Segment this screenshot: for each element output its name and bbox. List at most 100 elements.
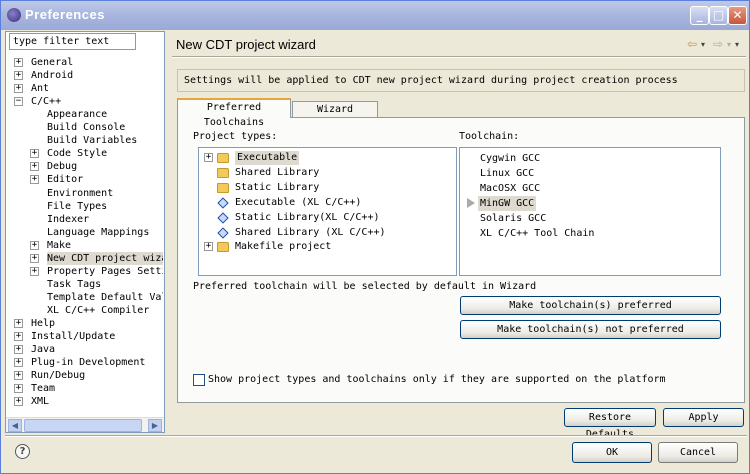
project-types-list[interactable]: + Executable Shared Library Static Library E… [198, 147, 457, 276]
tree-item-label: Language Mappings [47, 226, 150, 238]
project-type-label: Static Library [235, 181, 320, 193]
project-type-label: Static Library(XL C/C++) [235, 211, 380, 223]
expand-icon[interactable]: + [14, 358, 23, 368]
expand-icon[interactable]: + [14, 371, 23, 381]
toolchain-item[interactable]: XL C/C++ Tool Chain [480, 226, 594, 241]
preference-tree: + General + Android + Ant − C/C++ Appearance Buil… [11, 56, 163, 416]
horizontal-scrollbar[interactable]: ◀ ▶ [6, 417, 164, 432]
show-supported-checkbox[interactable] [193, 374, 205, 386]
title-separator [172, 56, 746, 57]
expand-icon[interactable]: + [14, 397, 23, 407]
window-title: Preferences [25, 7, 105, 22]
diamond-icon [217, 197, 229, 209]
diamond-icon [217, 226, 229, 239]
tree-item-label: Template Default Values [47, 291, 163, 303]
make-preferred-button[interactable]: Make toolchain(s) preferred [460, 296, 721, 315]
toolchain-item[interactable]: MacOSX GCC [480, 181, 540, 196]
tree-item-label: New CDT project wizard [47, 251, 163, 265]
collapse-icon[interactable]: − [14, 97, 23, 107]
tab-wizard-defaults[interactable]: Wizard Defaults [292, 101, 378, 130]
project-types-label: Project types: [193, 131, 278, 142]
scroll-right-icon[interactable]: ▶ [148, 419, 162, 432]
folder-icon [217, 182, 229, 193]
tree-item-label: General [31, 57, 74, 68]
filter-input[interactable]: type filter text [9, 33, 136, 50]
tree-item-label: Code Style [47, 148, 108, 160]
toolchain-label: Toolchain: [459, 131, 520, 142]
help-icon[interactable]: ? [15, 444, 30, 459]
tree-item-label: Editor [47, 174, 84, 186]
expand-icon[interactable]: + [14, 71, 23, 81]
minimize-button[interactable]: _ [690, 6, 709, 25]
cancel-button[interactable]: Cancel [658, 442, 738, 463]
toolchain-item[interactable]: Linux GCC [480, 166, 534, 181]
eclipse-icon [7, 8, 21, 22]
info-message: Settings will be applied to CDT new proj… [177, 69, 745, 92]
folder-icon [217, 167, 229, 178]
folder-icon [217, 153, 229, 163]
diamond-icon [217, 211, 229, 224]
expand-icon[interactable]: + [30, 162, 39, 172]
expand-icon[interactable]: + [14, 319, 23, 328]
back-menu-chevron-icon[interactable]: ▾ [701, 40, 705, 49]
toolchain-item[interactable]: MinGW GCC [478, 195, 537, 211]
expand-icon[interactable]: + [14, 84, 23, 94]
tree-item-label: Property Pages Settings [47, 265, 163, 277]
tree-item-label: XML [31, 396, 50, 408]
tree-item-label: XL C/C++ Compiler [47, 304, 150, 316]
scroll-left-icon[interactable]: ◀ [8, 419, 22, 432]
tree-item-label: Make [47, 239, 72, 251]
make-not-preferred-button[interactable]: Make toolchain(s) not preferred [460, 320, 721, 339]
view-menu-chevron-icon[interactable]: ▾ [735, 40, 739, 49]
back-arrow-icon[interactable]: ⇦ [687, 37, 697, 51]
project-type-label: Shared Library (XL C/C++) [235, 226, 386, 238]
tree-item-label: Indexer [47, 213, 90, 225]
toolchain-list[interactable]: Cygwin GCC Linux GCC MacOSX GCC MinGW GCC So… [459, 147, 721, 276]
forward-arrow-icon[interactable]: ⇨ [713, 37, 723, 51]
project-type-label: Shared Library [235, 166, 320, 178]
expand-icon[interactable]: + [14, 332, 23, 342]
expand-icon[interactable]: + [14, 58, 23, 67]
tree-item-label: Build Console [47, 122, 126, 134]
scroll-thumb[interactable] [24, 419, 142, 432]
expand-icon[interactable]: + [30, 240, 39, 250]
tree-item-label: Environment [47, 187, 114, 199]
show-supported-label: Show project types and toolchains only i… [208, 374, 666, 385]
footer-separator [5, 435, 747, 436]
tree-item-label: Help [31, 318, 56, 329]
tree-item-label: Android [31, 70, 74, 82]
toolchain-item[interactable]: Solaris GCC [480, 211, 546, 226]
tree-item-label: Debug [47, 161, 78, 173]
restore-defaults-button[interactable]: Restore Defaults [564, 408, 656, 440]
tree-item-label: Team [31, 383, 56, 395]
preferences-window: Preferences _ □ ✕ type filter text + Gene… [0, 0, 750, 474]
tree-item-label: File Types [47, 200, 108, 212]
expand-icon[interactable]: + [30, 266, 39, 276]
tree-item-label: Java [31, 344, 56, 356]
ok-button[interactable]: OK [572, 442, 652, 463]
expand-icon[interactable]: + [30, 253, 39, 263]
project-type-label: Executable [235, 151, 300, 165]
apply-button[interactable]: Apply [663, 408, 744, 427]
close-button[interactable]: ✕ [728, 6, 747, 25]
folder-icon [217, 242, 229, 253]
expand-icon[interactable]: + [204, 153, 213, 162]
project-type-label: Makefile project [235, 241, 332, 253]
forward-menu-chevron-icon[interactable]: ▾ [727, 40, 731, 49]
expand-icon[interactable]: + [30, 149, 39, 159]
toolchain-item[interactable]: Cygwin GCC [480, 151, 540, 166]
expand-icon[interactable]: + [204, 242, 213, 252]
preferred-marker-icon [467, 197, 475, 208]
preference-page: New CDT project wizard ⇦ ▾ ⇨ ▾ ▾ Setting… [168, 31, 747, 440]
tree-item-label: C/C++ [31, 96, 62, 108]
tree-item-label: Plug-in Development [31, 357, 146, 369]
tree-item-label: Appearance [47, 109, 108, 121]
expand-icon[interactable]: + [30, 175, 39, 185]
expand-icon[interactable]: + [14, 384, 23, 394]
maximize-button[interactable]: □ [709, 6, 728, 25]
tab-preferred-toolchains[interactable]: Preferred Toolchains [177, 98, 291, 128]
tree-item-label: Install/Update [31, 331, 116, 343]
expand-icon[interactable]: + [14, 345, 23, 355]
tree-item-label: Task Tags [47, 278, 102, 290]
title-bar[interactable]: Preferences _ □ ✕ [1, 1, 749, 30]
